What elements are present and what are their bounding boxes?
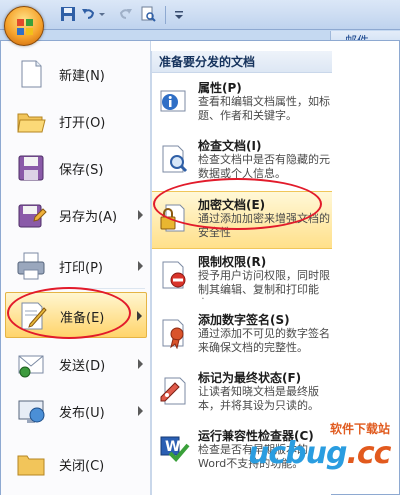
customize-toolbar-icon[interactable] xyxy=(174,6,184,22)
properties-icon xyxy=(160,90,186,112)
watermark-brand-cc: .cc xyxy=(346,436,391,471)
watermark-brand-uc: uc xyxy=(248,436,286,471)
submenu-item-title: 加密文档(E) xyxy=(198,198,266,212)
save-disk-icon xyxy=(18,155,44,181)
menu-item-label: 准备(E) xyxy=(60,311,105,326)
menu-item-open[interactable]: 打开(O) xyxy=(5,98,147,144)
submenu-item-title: 限制权限(R) xyxy=(198,255,267,269)
watermark: 软件下载站 ucbug.cc xyxy=(248,418,400,495)
save-as-icon xyxy=(18,204,47,228)
submenu-item-title: 添加数字签名(S) xyxy=(198,313,290,327)
watermark-caption: 软件下载站 xyxy=(327,420,392,437)
open-folder-icon xyxy=(17,113,46,133)
save-icon[interactable] xyxy=(60,6,76,22)
quick-access-toolbar xyxy=(0,0,400,30)
submenu-item-encrypt-document[interactable]: 加密文档(E) 通过添加加密来增强文档的安全性 xyxy=(152,191,332,249)
restrict-permission-icon xyxy=(162,261,186,289)
office-menu-commands: 新建(N) 打开(O) 保存(S) 另存为(A) 打印(P) 准备(E) 发送(… xyxy=(1,41,151,495)
menu-item-print[interactable]: 打印(P) xyxy=(5,243,147,289)
submenu-item-title: 检查文档(I) xyxy=(198,139,262,153)
prepare-icon xyxy=(21,302,47,330)
submenu-item-restrict-permission[interactable]: 限制权限(R) 授予用户访问权限，同时限制其编辑、复制和打印能力。 xyxy=(152,249,332,307)
menu-item-publish[interactable]: 发布(U) xyxy=(5,388,147,434)
menu-item-label: 发布(U) xyxy=(59,406,105,421)
inspect-document-icon xyxy=(162,145,188,173)
watermark-logo: ucbug.cc xyxy=(248,436,391,471)
menu-item-save[interactable]: 保存(S) xyxy=(5,145,147,191)
new-document-icon xyxy=(21,60,42,88)
submenu-item-title: 标记为最终状态(F) xyxy=(198,371,302,385)
submenu-item-digital-signature[interactable]: 添加数字签名(S) 通过添加不可见的数字签名来确保文档的完整性。 xyxy=(152,307,332,365)
menu-item-label: 保存(S) xyxy=(59,163,104,178)
submenu-header: 准备要分发的文档 xyxy=(152,51,332,73)
submenu-item-desc: 授予用户访问权限，同时限制其编辑、复制和打印能力。 xyxy=(198,269,330,299)
menu-item-label: 打开(O) xyxy=(59,116,106,131)
submenu-arrow-icon xyxy=(137,311,142,321)
office-button[interactable] xyxy=(4,6,44,46)
menu-item-close[interactable]: 关闭(C) xyxy=(5,441,147,487)
submenu-item-properties[interactable]: 属性(P) 查看和编辑文档属性，如标题、作者和关键字。 xyxy=(152,75,332,133)
submenu-arrow-icon xyxy=(138,261,143,271)
undo-icon[interactable] xyxy=(80,6,96,22)
encrypt-document-icon xyxy=(160,204,185,232)
submenu-item-desc: 查看和编辑文档属性，如标题、作者和关键字。 xyxy=(198,95,330,122)
menu-item-label: 发送(D) xyxy=(59,359,106,374)
submenu-item-desc: 让读者知晓文档是最终版本，并将其设为只读的。 xyxy=(198,385,319,412)
mark-final-icon xyxy=(160,377,186,405)
menu-item-prepare[interactable]: 准备(E) xyxy=(5,292,147,338)
svg-text:W: W xyxy=(165,439,180,455)
menu-item-label: 打印(P) xyxy=(59,261,103,276)
menu-item-label: 关闭(C) xyxy=(59,459,105,474)
menu-item-label: 另存为(A) xyxy=(59,210,118,225)
printer-icon xyxy=(17,252,45,280)
publish-icon xyxy=(18,400,45,423)
submenu-arrow-icon xyxy=(138,359,143,369)
submenu-arrow-icon xyxy=(138,210,143,220)
office-logo-icon xyxy=(17,19,33,35)
submenu-item-inspect-document[interactable]: 检查文档(I) 检查文档中是否有隐藏的元数据或个人信息。 xyxy=(152,133,332,191)
digital-signature-icon xyxy=(162,319,184,349)
submenu-item-title: 属性(P) xyxy=(198,81,242,95)
watermark-brand-bug: bug xyxy=(285,436,347,471)
submenu-item-desc: 检查文档中是否有隐藏的元数据或个人信息。 xyxy=(198,153,330,180)
menu-item-save-as[interactable]: 另存为(A) xyxy=(5,192,147,238)
submenu-item-desc: 通过添加加密来增强文档的安全性 xyxy=(198,212,330,239)
submenu-item-mark-final[interactable]: 标记为最终状态(F) 让读者知晓文档是最终版本，并将其设为只读的。 xyxy=(152,365,332,423)
compatibility-checker-icon: W xyxy=(160,436,190,462)
print-preview-icon[interactable] xyxy=(140,6,156,22)
menu-item-label: 新建(N) xyxy=(59,69,105,84)
redo-icon[interactable] xyxy=(118,6,134,22)
toolbar-separator xyxy=(165,6,166,24)
menu-item-send[interactable]: 发送(D) xyxy=(5,341,147,387)
close-folder-icon xyxy=(17,455,45,476)
undo-dropdown-icon[interactable] xyxy=(98,6,106,22)
menu-divider xyxy=(53,288,145,289)
submenu-arrow-icon xyxy=(138,406,143,416)
menu-item-new[interactable]: 新建(N) xyxy=(5,51,147,97)
send-icon xyxy=(18,355,44,378)
submenu-item-desc: 通过添加不可见的数字签名来确保文档的完整性。 xyxy=(198,327,330,354)
